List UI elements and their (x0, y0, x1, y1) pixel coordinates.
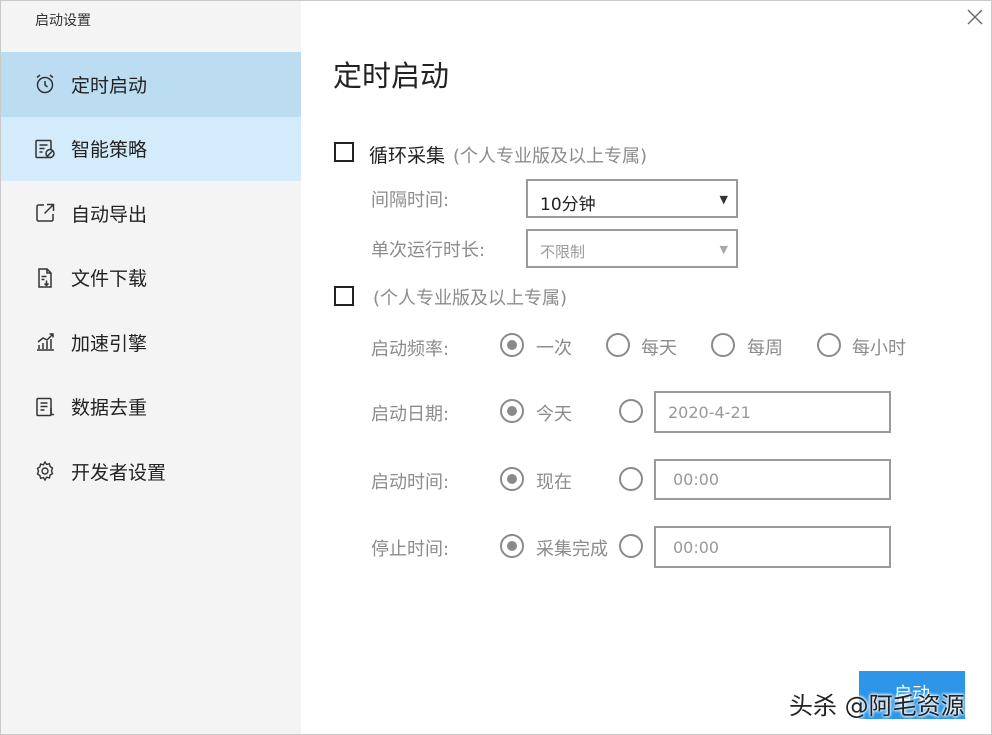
sidebar-item-label: 智能策略 (71, 139, 148, 162)
dedup-list-icon (33, 395, 57, 419)
chart-growth-icon (33, 330, 57, 354)
start-time-now-label: 现在 (536, 472, 572, 493)
window-title: 启动设置 (35, 13, 91, 29)
frequency-once-label: 一次 (536, 338, 572, 359)
run-duration-select[interactable]: 不限制 ▼ (526, 229, 738, 268)
frequency-daily-label: 每天 (641, 338, 677, 359)
stop-time-custom-radio[interactable] (619, 534, 643, 558)
start-date-today-radio[interactable] (500, 399, 524, 423)
run-duration-value: 不限制 (540, 243, 586, 261)
interval-select[interactable]: 10分钟 ▼ (526, 179, 738, 218)
sidebar-item-auto-export[interactable]: 自动导出 (1, 181, 301, 246)
frequency-hourly-radio[interactable] (817, 333, 841, 357)
start-time-now-radio[interactable] (500, 467, 524, 491)
loop-collect-note: (个人专业版及以上专属) (453, 146, 648, 167)
file-download-icon (33, 266, 57, 290)
start-date-today-label: 今天 (536, 404, 572, 425)
sidebar-nav: 定时启动 智能策略 自动导出 文件下载 加速引擎 数据去重 开发者设置 (1, 52, 301, 504)
start-time-label: 启动时间: (371, 472, 450, 493)
export-icon (33, 201, 57, 225)
stop-time-label: 停止时间: (371, 539, 450, 560)
sidebar-item-acceleration-engine[interactable]: 加速引擎 (1, 310, 301, 375)
stop-time-done-radio[interactable] (500, 534, 524, 558)
sidebar-item-label: 自动导出 (71, 203, 148, 226)
run-duration-label: 单次运行时长: (371, 240, 486, 261)
frequency-daily-radio[interactable] (606, 333, 630, 357)
watermark: 头杀 @阿毛资源 (789, 692, 965, 720)
interval-value: 10分钟 (540, 195, 596, 215)
start-date-input[interactable] (654, 391, 891, 433)
frequency-hourly-label: 每小时 (852, 338, 906, 359)
frequency-once-radio[interactable] (500, 333, 524, 357)
start-time-custom-radio[interactable] (619, 467, 643, 491)
schedule-checkbox[interactable] (334, 286, 354, 306)
dropdown-arrow-icon: ▼ (719, 193, 728, 206)
start-date-custom-radio[interactable] (619, 399, 643, 423)
sidebar-item-scheduled-start[interactable]: 定时启动 (1, 52, 301, 117)
sidebar-item-label: 开发者设置 (71, 461, 167, 484)
alarm-clock-icon (33, 72, 57, 96)
sidebar-item-label: 数据去重 (71, 397, 148, 420)
sidebar-item-file-download[interactable]: 文件下载 (1, 246, 301, 311)
close-icon (967, 9, 983, 25)
frequency-weekly-label: 每周 (747, 338, 783, 359)
start-time-input[interactable] (654, 459, 891, 500)
sidebar-item-data-dedup[interactable]: 数据去重 (1, 375, 301, 440)
sidebar-item-label: 文件下载 (71, 268, 148, 291)
gear-icon (33, 459, 57, 483)
loop-collect-checkbox[interactable] (334, 142, 354, 162)
page-title: 定时启动 (333, 59, 450, 93)
stop-time-input[interactable] (654, 526, 891, 568)
sidebar-item-developer-settings[interactable]: 开发者设置 (1, 439, 301, 504)
start-date-label: 启动日期: (371, 404, 450, 425)
stop-time-done-label: 采集完成 (536, 539, 608, 560)
frequency-label: 启动频率: (371, 339, 450, 360)
interval-label: 间隔时间: (371, 190, 450, 211)
schedule-note: (个人专业版及以上专属) (373, 288, 568, 309)
sidebar-item-label: 加速引擎 (71, 332, 148, 355)
close-button[interactable] (965, 7, 985, 27)
frequency-weekly-radio[interactable] (711, 333, 735, 357)
sidebar-item-smart-strategy[interactable]: 智能策略 (1, 116, 301, 181)
settings-window: 启动设置 定时启动 智能策略 自动导出 文件下载 加速引擎 数据去重 开发者设置… (0, 0, 992, 735)
sidebar: 启动设置 定时启动 智能策略 自动导出 文件下载 加速引擎 数据去重 开发者设置 (1, 1, 301, 734)
loop-collect-label: 循环采集 (369, 145, 446, 167)
strategy-icon (33, 137, 57, 161)
dropdown-arrow-icon: ▼ (719, 243, 728, 256)
sidebar-item-label: 定时启动 (71, 74, 148, 97)
